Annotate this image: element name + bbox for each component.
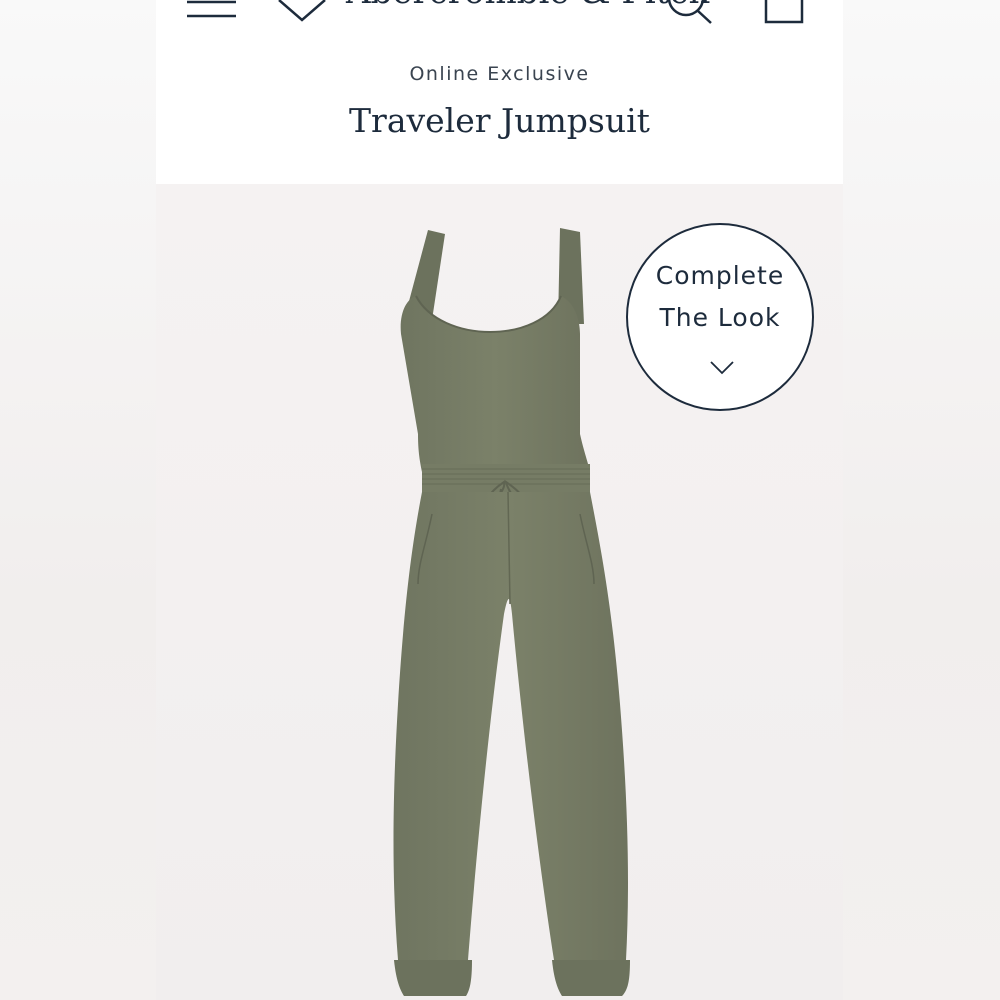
bag-icon[interactable] [761, 0, 806, 26]
product-title: Traveler Jumpsuit [349, 101, 650, 140]
brand-logo[interactable]: Abercrombie & Fitch [346, 0, 710, 12]
online-exclusive-badge: Online Exclusive [409, 63, 590, 85]
complete-the-look-line2: The Look [659, 303, 781, 332]
product-page: Abercrombie & Fitch Online Exclusive Tra… [156, 0, 843, 1000]
background-left [0, 0, 156, 1000]
heart-icon[interactable] [277, 0, 327, 22]
search-icon[interactable] [666, 0, 716, 26]
chevron-down-icon [710, 361, 734, 375]
top-nav: Abercrombie & Fitch [156, 0, 843, 30]
complete-the-look-button[interactable]: Complete The Look [626, 223, 814, 411]
menu-icon[interactable] [187, 0, 237, 20]
product-image[interactable]: Complete The Look [156, 184, 843, 1000]
complete-the-look-line1: Complete [655, 261, 785, 290]
product-heading: Online Exclusive Traveler Jumpsuit [156, 55, 843, 143]
background-right [843, 0, 1000, 1000]
